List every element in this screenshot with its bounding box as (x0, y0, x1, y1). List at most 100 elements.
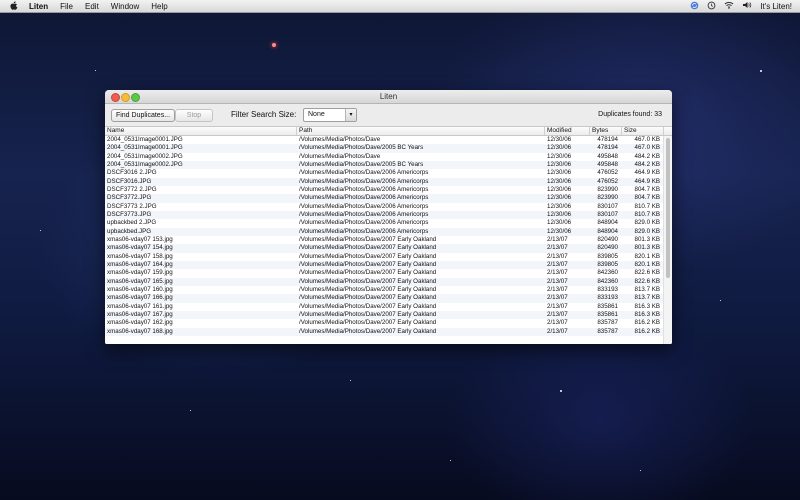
menu-file[interactable]: File (60, 2, 73, 11)
cell-size: 804.7 KB (634, 185, 660, 193)
cell-modified: 12/30/06 (547, 152, 572, 160)
cell-name: 2004_0531Image0002.JPG (107, 160, 183, 168)
filter-size-select[interactable]: None ▾ (303, 108, 357, 122)
table-row[interactable]: DSCF3016 2.JPG/Volumes/Media/Photos/Dave… (105, 169, 663, 177)
cell-modified: 12/30/06 (547, 136, 572, 143)
cell-name: xmas06-vday07 162.jpg (107, 319, 173, 327)
table-row[interactable]: 2004_0531Image0001.JPG/Volumes/Media/Pho… (105, 144, 663, 153)
star (560, 390, 562, 392)
menu-edit[interactable]: Edit (85, 2, 99, 11)
cell-bytes: 848904 (597, 227, 618, 235)
table-row[interactable]: xmas06-vday07 168.jpg/Volumes/Media/Phot… (105, 327, 663, 336)
table-row[interactable]: 2004_0531Image0001.JPG/Volumes/Media/Pho… (105, 136, 663, 144)
table-row[interactable]: 2004_0531Image0002.JPG/Volumes/Media/Pho… (105, 160, 663, 170)
cell-name: xmas06-vday07 165.jpg (107, 277, 173, 285)
table-row[interactable]: DSCF3772 2.JPG/Volumes/Media/Photos/Dave… (105, 186, 663, 194)
menu-status-text[interactable]: It's Liten! (760, 2, 792, 11)
liten-window: Liten Find Duplicates... Stop Filter Sea… (105, 90, 672, 344)
table-row[interactable]: xmas06-vday07 167.jpg/Volumes/Media/Phot… (105, 310, 663, 320)
table-row[interactable]: DSCF3772.JPG/Volumes/Media/Photos/Dave/2… (105, 194, 663, 203)
cell-size: 822.6 KB (634, 277, 660, 285)
cell-name: DSCF3772 2.JPG (107, 185, 157, 193)
cell-size: 484.2 KB (634, 152, 660, 160)
cell-path: /Volumes/Media/Photos/Dave/2007 Early Oa… (299, 277, 437, 285)
cell-size: 822.6 KB (634, 269, 660, 277)
cell-size: 816.2 KB (634, 327, 660, 335)
chevron-down-icon: ▾ (345, 109, 356, 121)
cell-path: /Volumes/Media/Photos/Dave/2007 Early Oa… (299, 269, 437, 277)
find-duplicates-button[interactable]: Find Duplicates... (111, 109, 175, 122)
zoom-button[interactable] (131, 93, 140, 102)
cell-bytes: 839805 (597, 260, 618, 268)
cell-size: 464.9 KB (634, 169, 660, 177)
table-row[interactable]: xmas06-vday07 166.jpg/Volumes/Media/Phot… (105, 294, 663, 303)
volume-icon[interactable] (742, 1, 752, 11)
table-row[interactable]: upbackbed.JPG/Volumes/Media/Photos/Dave/… (105, 227, 663, 236)
table-row[interactable]: xmas06-vday07 153.jpg/Volumes/Media/Phot… (105, 236, 663, 244)
duplicates-table: Name Path Modified Bytes Size 2004_0531I… (105, 126, 672, 344)
cell-modified: 2/13/07 (547, 252, 568, 260)
table-row[interactable]: xmas06-vday07 160.jpg/Volumes/Media/Phot… (105, 286, 663, 294)
cell-modified: 2/13/07 (547, 269, 568, 277)
minimize-button[interactable] (121, 93, 130, 102)
cell-size: 810.7 KB (634, 202, 660, 210)
cell-size: 816.3 KB (634, 302, 660, 310)
star (272, 43, 276, 47)
cell-modified: 2/13/07 (547, 260, 568, 268)
menu-help[interactable]: Help (151, 2, 167, 11)
table-row[interactable]: xmas06-vday07 161.jpg/Volumes/Media/Phot… (105, 303, 663, 311)
cell-path: /Volumes/Media/Photos/Dave/2007 Early Oa… (299, 260, 437, 268)
stop-button[interactable]: Stop (175, 109, 213, 122)
table-row[interactable]: xmas06-vday07 158.jpg/Volumes/Media/Phot… (105, 253, 663, 261)
cell-path: /Volumes/Media/Photos/Dave/2005 BC Years (299, 160, 424, 168)
table-row[interactable]: upbackbed 2.JPG/Volumes/Media/Photos/Dav… (105, 219, 663, 227)
cell-path: /Volumes/Media/Photos/Dave/2006 Americor… (299, 210, 429, 218)
cell-size: 810.7 KB (634, 210, 660, 218)
apple-icon[interactable] (9, 0, 19, 12)
filter-label: Filter Search Size: (231, 110, 297, 119)
cell-bytes: 495848 (597, 152, 618, 160)
table-row[interactable]: DSCF3773 2.JPG/Volumes/Media/Photos/Dave… (105, 203, 663, 211)
cell-bytes: 495848 (597, 160, 618, 168)
table-row[interactable]: xmas06-vday07 162.jpg/Volumes/Media/Phot… (105, 319, 663, 327)
title-bar[interactable]: Liten (105, 90, 672, 104)
column-header-name[interactable]: Name (105, 127, 297, 135)
cell-modified: 12/30/06 (547, 194, 572, 202)
table-row[interactable]: xmas06-vday07 154.jpg/Volumes/Media/Phot… (105, 244, 663, 253)
cell-bytes: 833193 (597, 294, 618, 302)
cell-path: /Volumes/Media/Photos/Dave/2006 Americor… (299, 169, 429, 177)
table-row[interactable]: xmas06-vday07 165.jpg/Volumes/Media/Phot… (105, 277, 663, 286)
cell-modified: 2/13/07 (547, 327, 568, 335)
wifi-icon[interactable] (724, 1, 734, 11)
table-row[interactable]: 2004_0531Image0002.JPG/Volumes/Media/Pho… (105, 153, 663, 161)
cell-modified: 12/30/06 (547, 202, 572, 210)
cell-bytes: 478194 (597, 136, 618, 143)
cell-bytes: 848904 (597, 219, 618, 227)
column-header-bytes[interactable]: Bytes (590, 127, 622, 135)
menu-bar: Liten File Edit Window Help It's Liten! (0, 0, 800, 13)
cell-size: 820.1 KB (634, 260, 660, 268)
table-row[interactable]: DSCF3016.JPG/Volumes/Media/Photos/Dave/2… (105, 177, 663, 186)
cell-modified: 12/30/06 (547, 219, 572, 227)
menu-window[interactable]: Window (111, 2, 139, 11)
cell-name: 2004_0531Image0002.JPG (107, 152, 183, 160)
cell-modified: 12/30/06 (547, 227, 572, 235)
menu-app-name[interactable]: Liten (29, 2, 48, 11)
cell-bytes: 833193 (597, 285, 618, 293)
table-row[interactable]: DSCF3773.JPG/Volumes/Media/Photos/Dave/2… (105, 210, 663, 220)
cell-size: 813.7 KB (634, 285, 660, 293)
table-row[interactable]: xmas06-vday07 164.jpg/Volumes/Media/Phot… (105, 260, 663, 270)
cell-bytes: 842360 (597, 269, 618, 277)
column-header-modified[interactable]: Modified (545, 127, 590, 135)
column-header-size[interactable]: Size (622, 127, 664, 135)
cell-modified: 2/13/07 (547, 310, 568, 318)
vertical-scrollbar[interactable] (663, 136, 672, 344)
column-header-path[interactable]: Path (297, 127, 545, 135)
sync-icon[interactable] (690, 1, 699, 12)
scrollbar-thumb[interactable] (666, 138, 670, 278)
toolbar: Find Duplicates... Stop Filter Search Si… (105, 104, 672, 126)
close-button[interactable] (111, 93, 120, 102)
time-machine-icon[interactable] (707, 1, 716, 12)
table-row[interactable]: xmas06-vday07 159.jpg/Volumes/Media/Phot… (105, 269, 663, 277)
star (760, 70, 762, 72)
